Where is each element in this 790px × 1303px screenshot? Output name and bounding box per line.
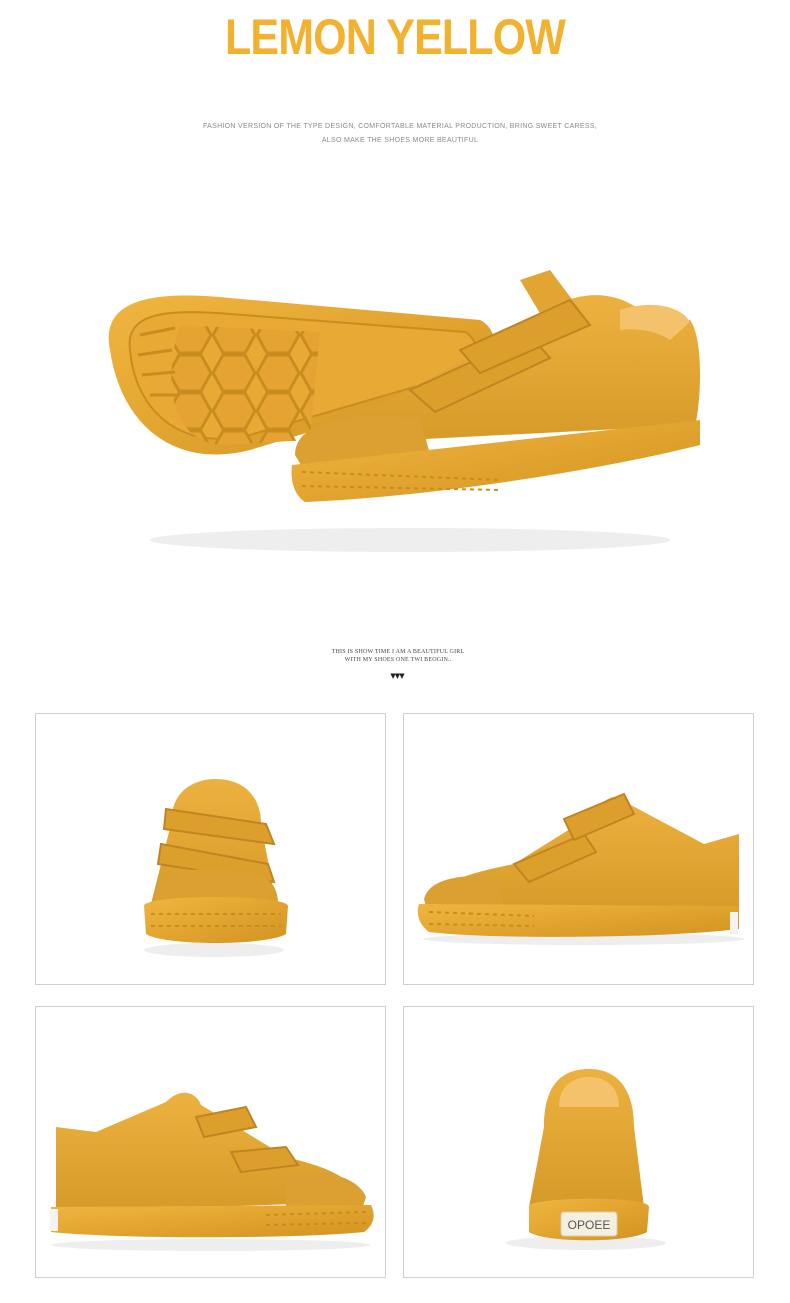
caption-line-1: THIS IS SHOW TIME I AM A BEAUTIFUL GIRL (331, 649, 465, 655)
shoe-front-view-image (144, 779, 288, 957)
subtitle-line-1: FASHION VERSION OF THE TYPE DESIGN, COMF… (202, 123, 598, 130)
heel-label-text: OPOEE (568, 1218, 611, 1232)
gallery-panel-back-view: OPOEE (403, 1006, 754, 1278)
caption-line-2: WITH MY SHOES ONE TWI BEOGIN.. (344, 657, 452, 663)
lifestyle-caption: THIS IS SHOW TIME I AM A BEAUTIFUL GIRL … (0, 648, 790, 664)
page-title: LEMON YELLOW (224, 9, 566, 65)
down-arrows-icon: ▼▼▼ (390, 672, 404, 680)
shoe-back-view-image: OPOEE (506, 1069, 666, 1250)
hero-shoe-image (108, 270, 700, 552)
page-subtitle: FASHION VERSION OF THE TYPE DESIGN, COMF… (0, 120, 790, 148)
gallery-panel-side-view-left (35, 1006, 386, 1278)
subtitle-line-2: ALSO MAKE THE SHOES MORE BEAUTIFUL (321, 137, 479, 144)
gallery-panel-side-view-right (403, 713, 754, 985)
shoe-side-view-right-image (417, 792, 744, 945)
gallery-panel-front-view (35, 713, 386, 985)
shoe-side-view-left-image (50, 1092, 374, 1251)
